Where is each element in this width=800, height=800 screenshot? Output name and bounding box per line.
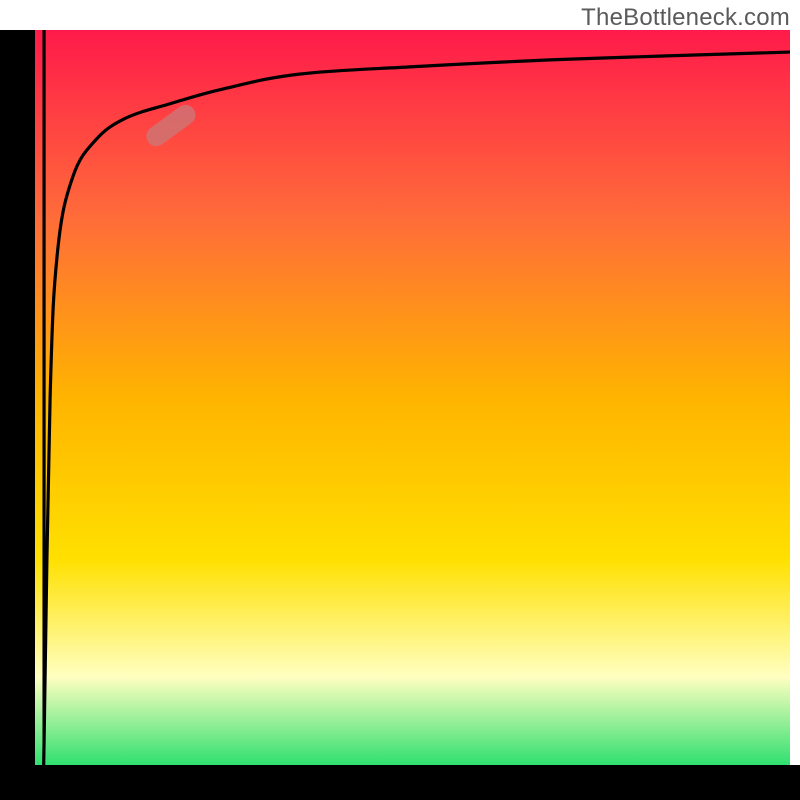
curve-layer — [35, 30, 790, 765]
y-axis — [0, 30, 35, 765]
watermark-text: TheBottleneck.com — [581, 4, 790, 32]
x-axis — [0, 765, 800, 800]
bottleneck-chart: TheBottleneck.com — [0, 0, 800, 800]
